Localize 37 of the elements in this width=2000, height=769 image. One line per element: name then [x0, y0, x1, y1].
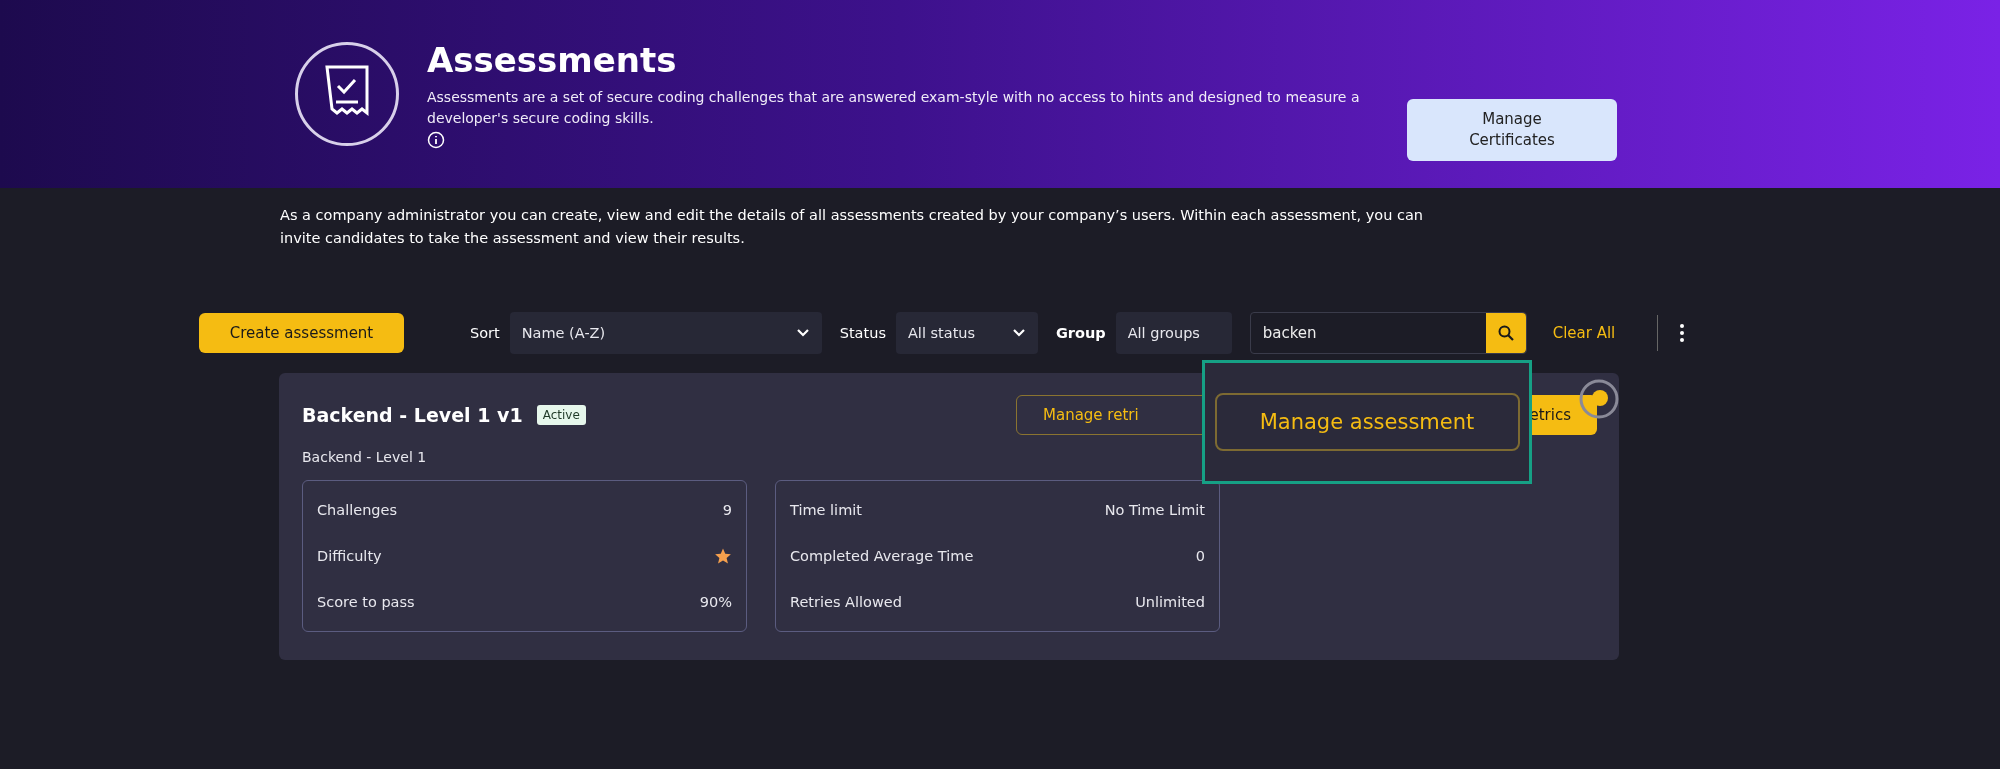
star-icon [714, 547, 732, 565]
clear-all-button[interactable]: Clear All [1546, 323, 1622, 343]
stat-label: Score to pass [317, 594, 415, 611]
sort-select[interactable]: Name (A-Z) [509, 312, 822, 354]
assessment-icon [295, 42, 399, 146]
assessment-title: Backend - Level 1 v1 [302, 404, 523, 426]
create-assessment-button[interactable]: Create assessment [199, 313, 404, 353]
stat-label: Time limit [790, 502, 862, 518]
more-icon [1680, 324, 1685, 342]
group-label: Group [1055, 325, 1106, 341]
stat-value: No Time Limit [1104, 502, 1205, 518]
chevron-down-icon [795, 328, 810, 338]
stat-value: 90% [699, 594, 732, 611]
search-field[interactable]: backen [1249, 312, 1527, 354]
page-title: Assessments [427, 42, 678, 80]
search-input[interactable]: backen [1250, 313, 1486, 353]
page-description: Assessments are a set of secure coding challenges that are answered exam-style with no access to hints and designed to measure a developer's secure coding skills. [427, 88, 1361, 129]
manage-certificates-button[interactable]: Manage Certificates [1407, 99, 1617, 161]
status-select[interactable]: All status [895, 312, 1038, 354]
assessment-subtitle: Backend - Level 1 [302, 449, 428, 465]
info-icon[interactable] [427, 131, 445, 150]
status-tag: Active [536, 405, 586, 425]
stat-value: 0 [1195, 548, 1205, 564]
status-label: Status [839, 325, 886, 341]
group-select[interactable]: All groups [1115, 312, 1232, 354]
manage-assessment-button[interactable]: Manage assessment [1214, 393, 1520, 451]
search-button[interactable] [1485, 313, 1526, 353]
stat-value: 9 [722, 501, 732, 518]
stat-label: Completed Average Time [790, 548, 974, 564]
intro-text: As a company administrator you can create, view and edit the details of all assessments created by your company’s users. Within each assessment, you can invite candidates to take the assessment and view their results. [280, 206, 1424, 248]
stat-label: Difficulty [317, 548, 382, 564]
sort-label: Sort [470, 325, 500, 341]
search-icon [1496, 324, 1515, 342]
stat-label: Retries Allowed [790, 594, 902, 610]
stat-value: Unlimited [1135, 594, 1205, 610]
stat-label: Challenges [317, 501, 398, 518]
chevron-down-icon [1011, 328, 1026, 338]
